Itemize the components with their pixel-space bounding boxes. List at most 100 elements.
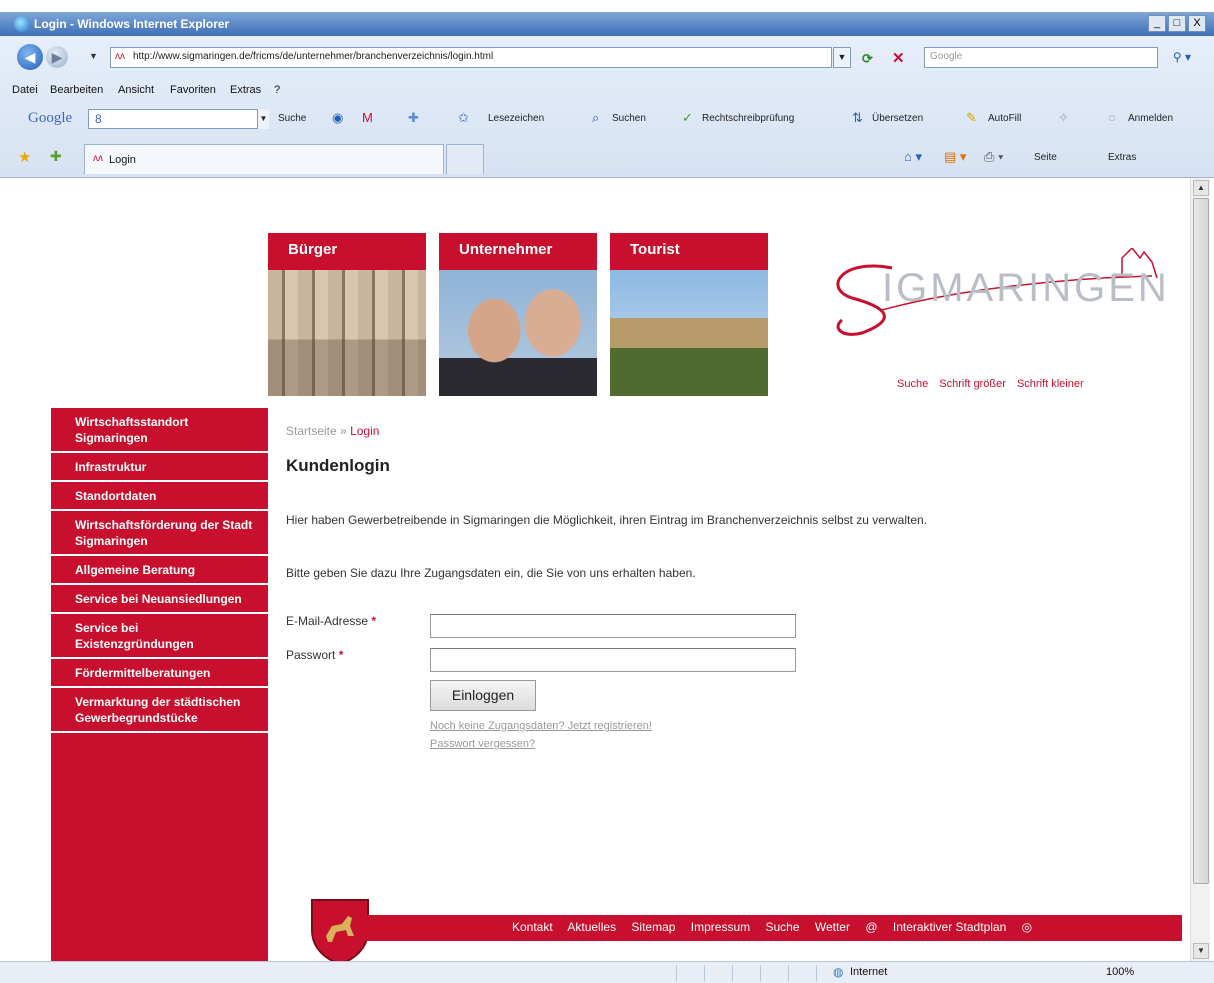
map-icon[interactable]: ◎ <box>1022 920 1032 934</box>
scroll-thumb[interactable] <box>1193 198 1209 884</box>
menu-extras[interactable]: Extras <box>230 84 261 96</box>
menu-bearbeiten[interactable]: Bearbeiten <box>50 84 103 96</box>
new-tab-button[interactable] <box>446 144 484 174</box>
footer-link-stadtplan[interactable]: Interaktiver Stadtplan <box>893 920 1006 934</box>
instruction-text: Bitte geben Sie dazu Ihre Zugangsdaten e… <box>286 566 696 580</box>
menu-help[interactable]: ? <box>274 84 280 96</box>
leftnav-item-gewerbegrundstuecke[interactable]: Vermarktung der städtischen Gewerbegrund… <box>51 688 268 733</box>
leftnav-item-foerdermittel[interactable]: Fördermittelberatungen <box>51 659 268 688</box>
zoom-level[interactable]: 100% <box>1106 966 1134 978</box>
leftnav-item-allgemeine-beratung[interactable]: Allgemeine Beratung <box>51 556 268 585</box>
google-dropdown-icon[interactable]: ▼ <box>257 109 269 129</box>
leftnav-item-wirtschaftsfoerderung[interactable]: Wirtschaftsförderung der Stadt Sigmaring… <box>51 511 268 556</box>
page-scrollbar[interactable]: ▲ ▼ <box>1190 178 1210 961</box>
translate-icon[interactable]: ⇅ <box>852 110 863 126</box>
tool-font-larger-link[interactable]: Schrift größer <box>939 378 1006 390</box>
refresh-icon[interactable]: ⟳ <box>862 51 873 67</box>
register-link[interactable]: Noch keine Zugangsdaten? Jetzt registrie… <box>430 720 652 732</box>
breadcrumb: Startseite » Login <box>286 424 379 438</box>
footer-link-sitemap[interactable]: Sitemap <box>631 920 675 934</box>
add-favorite-icon[interactable]: ✚ <box>50 148 62 165</box>
gmail-icon[interactable]: M <box>362 110 373 125</box>
feeds-icon[interactable]: ▤ ▾ <box>944 149 966 165</box>
footer-link-impressum[interactable]: Impressum <box>691 920 750 934</box>
maximize-button[interactable]: □ <box>1168 15 1186 32</box>
stop-icon[interactable]: ✕ <box>892 49 905 67</box>
menu-datei[interactable]: Datei <box>12 84 38 96</box>
magnifier-icon[interactable]: ⌕ <box>592 110 599 126</box>
puzzle-icon[interactable]: ✚ <box>408 110 419 126</box>
toolbar-lesezeichen[interactable]: Lesezeichen <box>488 113 544 124</box>
forward-button[interactable]: ▶ <box>46 46 68 68</box>
tool-font-smaller-link[interactable]: Schrift kleiner <box>1017 378 1084 390</box>
footer-link-email[interactable]: @ <box>865 920 877 934</box>
tab-login[interactable]: ᴧᴧ Login <box>84 144 444 174</box>
address-url[interactable]: http://www.sigmaringen.de/fricms/de/unte… <box>133 51 493 62</box>
footer-link-wetter[interactable]: Wetter <box>815 920 850 934</box>
nav-block-tourist[interactable]: Tourist <box>610 233 768 396</box>
tools-menu[interactable]: Extras <box>1108 152 1136 163</box>
tab-favicon-icon: ᴧᴧ <box>93 153 103 164</box>
security-zone-label: Internet <box>850 966 888 978</box>
user-icon[interactable]: ○ <box>1108 110 1116 125</box>
toolbar-suche[interactable]: Suche <box>278 113 306 124</box>
spellcheck-icon[interactable]: ✓ <box>682 110 693 126</box>
nav-block-label: Unternehmer <box>439 233 597 270</box>
left-navigation: Wirtschaftsstandort Sigmaringen Infrastr… <box>51 408 268 961</box>
breadcrumb-home-link[interactable]: Startseite <box>286 424 337 438</box>
status-cell <box>760 965 788 981</box>
history-dropdown-icon[interactable]: ▼ <box>89 51 98 61</box>
globe-icon[interactable]: ◉ <box>332 110 343 126</box>
home-icon[interactable]: ⌂ ▾ <box>904 149 922 165</box>
autofill-icon[interactable]: ✎ <box>966 110 977 126</box>
email-field[interactable] <box>430 614 796 638</box>
search-placeholder: Google <box>930 51 963 62</box>
menu-favoriten[interactable]: Favoriten <box>170 84 216 96</box>
address-bar[interactable]: ᴧᴧ http://www.sigmaringen.de/fricms/de/u… <box>110 47 832 68</box>
search-icon[interactable]: ⚲ ▾ <box>1164 47 1200 68</box>
leftnav-item-neuansiedlungen[interactable]: Service bei Neuansiedlungen <box>51 585 268 614</box>
bookmark-star-icon[interactable]: ✩ <box>458 110 469 126</box>
nav-block-unternehmer[interactable]: Unternehmer <box>439 233 597 396</box>
sigmaringen-logo[interactable]: IGMARINGEN <box>822 218 1172 336</box>
password-label-text: Passwort <box>286 648 336 662</box>
tool-suche-link[interactable]: Suche <box>897 378 928 390</box>
footer-link-suche[interactable]: Suche <box>765 920 799 934</box>
login-button[interactable]: Einloggen <box>430 680 536 711</box>
window-controls: _ □ X <box>1148 15 1206 32</box>
page-menu[interactable]: Seite <box>1034 152 1057 163</box>
back-button[interactable]: ◀ <box>17 44 43 70</box>
close-window-button[interactable]: X <box>1188 15 1206 32</box>
password-label: Passwort * <box>286 648 343 662</box>
tourist-photo <box>610 270 768 396</box>
leftnav-item-standortdaten[interactable]: Standortdaten <box>51 482 268 511</box>
scroll-down-arrow-icon[interactable]: ▼ <box>1193 943 1209 959</box>
wrench-icon[interactable]: ✧ <box>1058 110 1069 126</box>
scroll-up-arrow-icon[interactable]: ▲ <box>1193 180 1209 196</box>
required-marker: * <box>371 614 377 628</box>
print-icon[interactable]: ⎙ ▾ <box>984 149 1003 165</box>
leftnav-item-infrastruktur[interactable]: Infrastruktur <box>51 453 268 482</box>
footer-link-kontakt[interactable]: Kontakt <box>512 920 553 934</box>
google-search-field[interactable]: 8 <box>88 109 268 129</box>
site-favicon-icon: ᴧᴧ <box>115 51 125 62</box>
toolbar-autofill[interactable]: AutoFill <box>988 113 1021 124</box>
password-field[interactable] <box>430 648 796 672</box>
favorites-star-icon[interactable]: ★ <box>18 148 31 166</box>
leftnav-item-existenzgruendungen[interactable]: Service bei Existenzgründungen <box>51 614 268 659</box>
footer-links: Kontakt Aktuelles Sitemap Impressum Such… <box>512 920 1044 934</box>
address-dropdown-button[interactable]: ▼ <box>833 47 851 68</box>
toolbar-uebersetzen[interactable]: Übersetzen <box>872 113 923 124</box>
nav-block-buerger[interactable]: Bürger <box>268 233 426 396</box>
status-cell <box>788 965 816 981</box>
forgot-password-link[interactable]: Passwort vergessen? <box>430 738 535 750</box>
menu-ansicht[interactable]: Ansicht <box>118 84 154 96</box>
minimize-button[interactable]: _ <box>1148 15 1166 32</box>
toolbar-suchen[interactable]: Suchen <box>612 113 646 124</box>
browser-search-input[interactable]: Google <box>924 47 1158 68</box>
toolbar-rechtschreibung[interactable]: Rechtschreibprüfung <box>702 113 794 124</box>
footer-link-aktuelles[interactable]: Aktuelles <box>567 920 616 934</box>
coat-of-arms-icon <box>311 899 369 961</box>
toolbar-anmelden[interactable]: Anmelden <box>1128 113 1173 124</box>
leftnav-item-wirtschaftsstandort[interactable]: Wirtschaftsstandort Sigmaringen <box>51 408 268 453</box>
